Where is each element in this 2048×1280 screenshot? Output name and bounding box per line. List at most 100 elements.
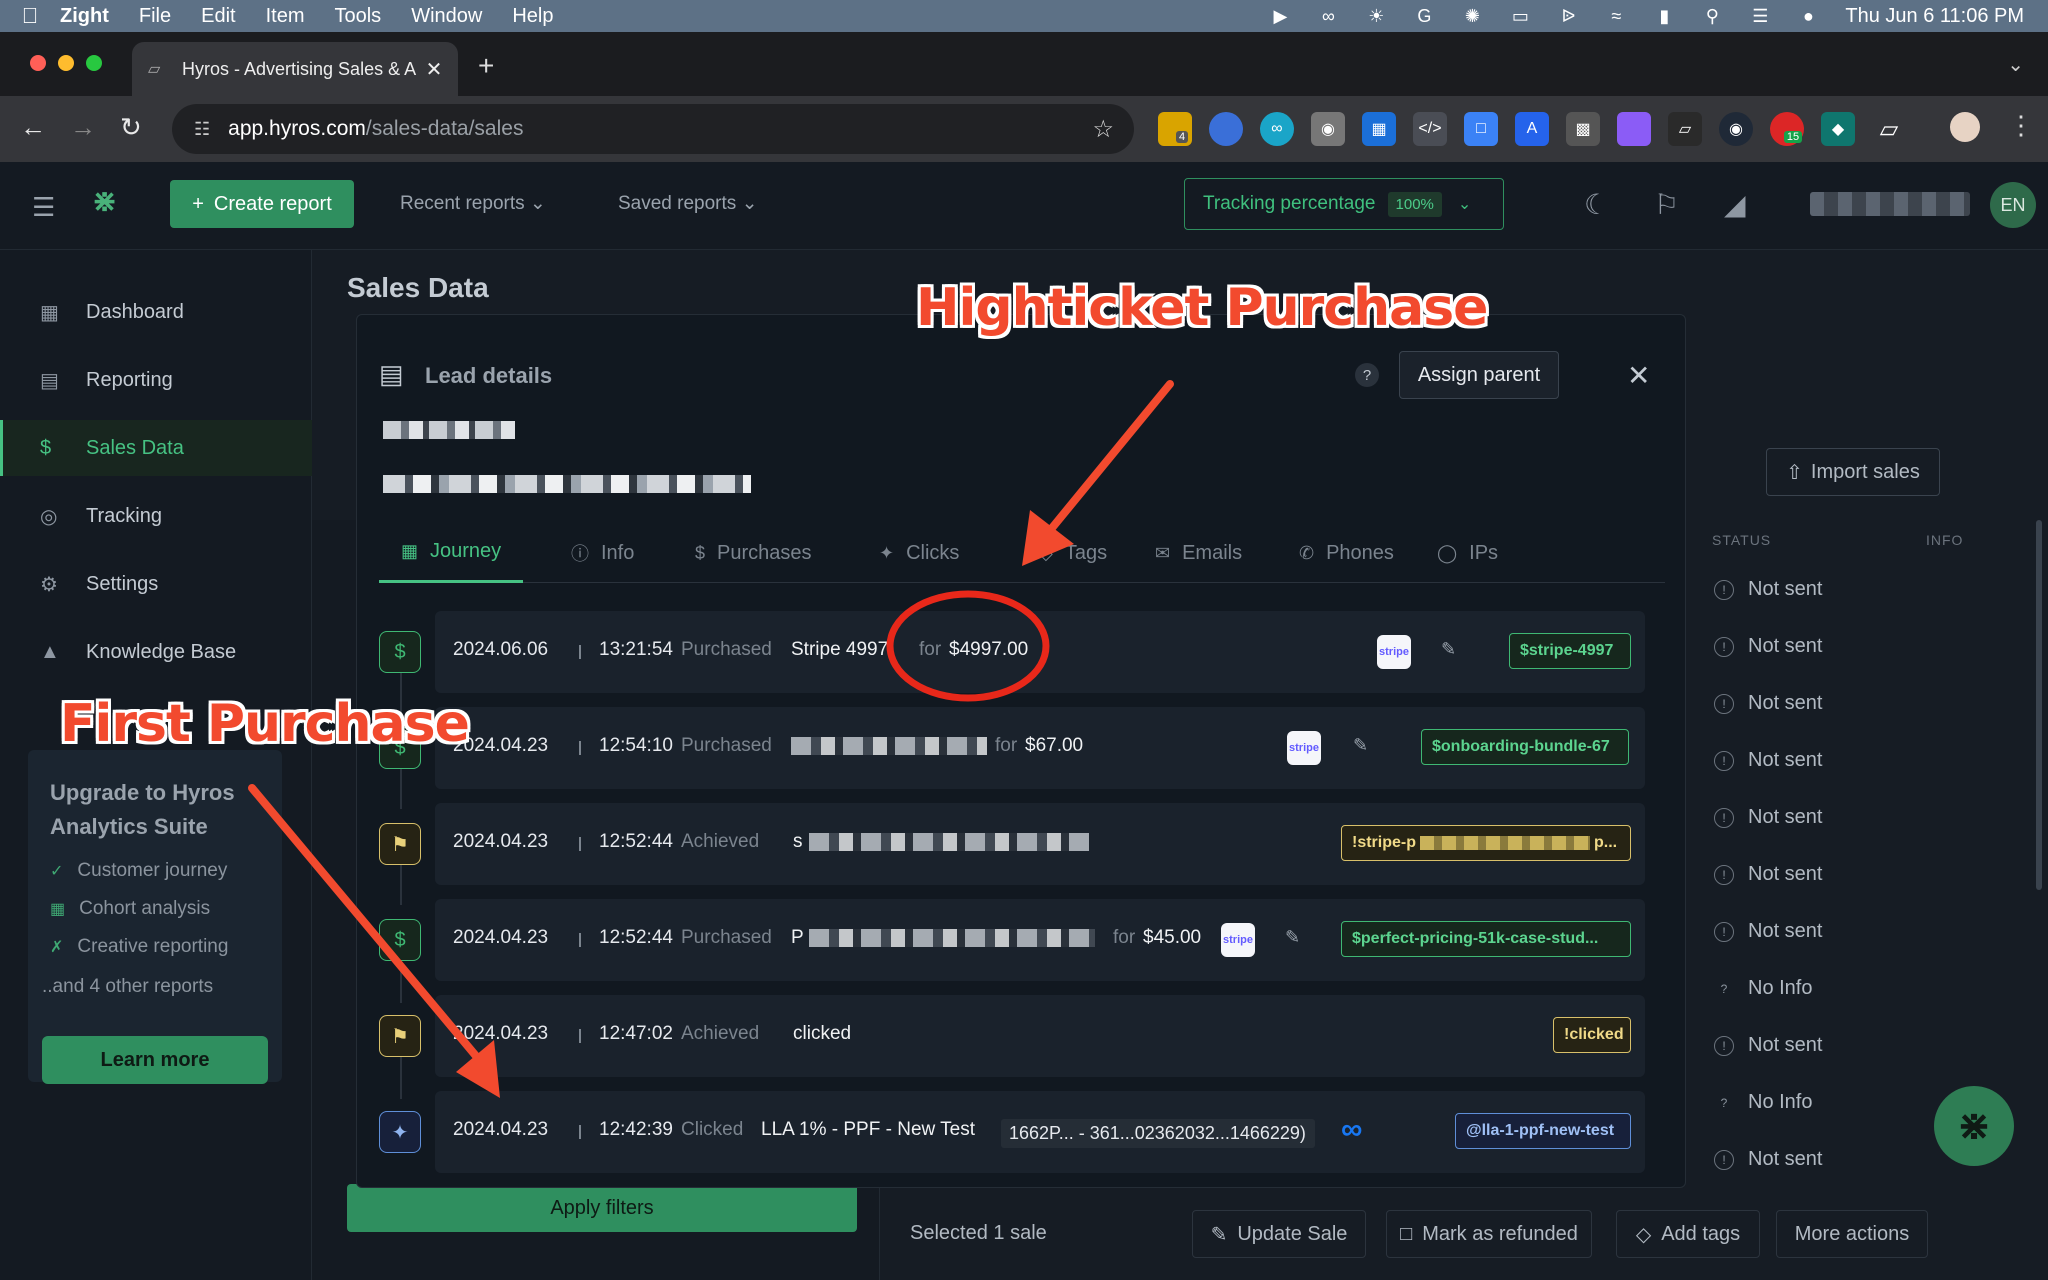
- tab-purchases[interactable]: $ Purchases: [695, 523, 812, 583]
- site-settings-icon[interactable]: ☷: [194, 119, 210, 140]
- journey-tag[interactable]: @lla-1-ppf-new-test: [1455, 1113, 1631, 1149]
- edit-icon[interactable]: ✎: [1353, 735, 1368, 756]
- menu-app-name[interactable]: Zight: [60, 5, 109, 28]
- profile-avatar[interactable]: [1950, 112, 1980, 142]
- menu-item[interactable]: Item: [266, 5, 305, 28]
- menu-edit[interactable]: Edit: [201, 5, 235, 28]
- window-minimize-button[interactable]: [58, 55, 74, 71]
- brightness-icon[interactable]: ☀: [1365, 5, 1387, 27]
- extension-diamond-icon[interactable]: ◆: [1821, 112, 1855, 146]
- siri-icon[interactable]: ●: [1797, 5, 1819, 27]
- window-zoom-button[interactable]: [86, 55, 102, 71]
- sidebar-item-reporting[interactable]: ▤ Reporting: [0, 352, 312, 408]
- menu-file[interactable]: File: [139, 5, 171, 28]
- help-question-icon[interactable]: ?: [1355, 363, 1379, 387]
- grammarly-icon[interactable]: G: [1413, 5, 1435, 27]
- menu-window[interactable]: Window: [411, 5, 482, 28]
- dark-mode-moon-icon[interactable]: ☾: [1584, 188, 1609, 221]
- journey-tag[interactable]: !clicked: [1553, 1017, 1631, 1053]
- menu-help[interactable]: Help: [512, 5, 553, 28]
- journey-row[interactable]: 2024.04.23 12:42:39 Clicked LLA 1% - PPF…: [435, 1091, 1645, 1173]
- journey-tag[interactable]: $perfect-pricing-51k-case-stud...: [1341, 921, 1631, 957]
- recent-reports-dropdown[interactable]: Recent reports ⌄: [400, 192, 546, 215]
- assign-parent-button[interactable]: Assign parent: [1399, 351, 1559, 399]
- announcements-megaphone-icon[interactable]: ◢: [1724, 188, 1746, 221]
- extension-camera-icon[interactable]: ◉: [1311, 112, 1345, 146]
- extension-doc-icon[interactable]: □: [1464, 112, 1498, 146]
- creative-cloud-icon[interactable]: ∞: [1317, 5, 1339, 27]
- browser-menu-icon[interactable]: ⋮: [2008, 110, 2034, 141]
- user-avatar[interactable]: EN: [1990, 182, 2036, 228]
- reload-icon[interactable]: ↻: [120, 112, 142, 143]
- extensions-puzzle-icon[interactable]: ▱: [1872, 112, 1906, 146]
- edit-icon[interactable]: ✎: [1285, 927, 1300, 948]
- sidebar-item-sales-data[interactable]: $ Sales Data: [0, 420, 312, 476]
- column-header-status[interactable]: STATUS: [1712, 532, 1771, 548]
- extension-badge-icon[interactable]: 15: [1770, 112, 1804, 146]
- import-sales-button[interactable]: ⇧ Import sales: [1766, 448, 1940, 496]
- tab-phones[interactable]: ✆ Phones: [1299, 523, 1394, 583]
- address-bar[interactable]: ☷ app.hyros.com/sales-data/sales ☆: [172, 104, 1134, 154]
- hamburger-menu-icon[interactable]: ☰: [32, 192, 55, 223]
- wifi-icon[interactable]: ≈: [1605, 5, 1627, 27]
- mark-as-refunded-button[interactable]: □ Mark as refunded: [1386, 1210, 1592, 1258]
- saved-reports-dropdown[interactable]: Saved reports ⌄: [618, 192, 758, 215]
- sidebar-item-settings[interactable]: ⚙ Settings: [0, 556, 312, 612]
- tab-emails[interactable]: ✉ Emails: [1155, 523, 1242, 583]
- extension-print-icon[interactable]: ▩: [1566, 112, 1600, 146]
- user-name-redacted[interactable]: [1810, 192, 1970, 216]
- battery-icon[interactable]: ▮: [1653, 5, 1675, 27]
- sidebar-item-tracking[interactable]: ◎ Tracking: [0, 488, 312, 544]
- journey-row[interactable]: 2024.06.06 13:21:54 Purchased Stripe 499…: [435, 611, 1645, 693]
- menu-bar-clock[interactable]: Thu Jun 6 11:06 PM: [1845, 5, 2024, 28]
- column-header-info[interactable]: INFO: [1926, 532, 1963, 548]
- journey-tag[interactable]: $onboarding-bundle-67: [1421, 729, 1629, 765]
- tab-close-icon[interactable]: ✕: [422, 57, 446, 82]
- tab-clicks[interactable]: ✦ Clicks: [879, 523, 959, 583]
- window-close-button[interactable]: [30, 55, 46, 71]
- sidebar-item-dashboard[interactable]: ▦ Dashboard: [0, 284, 312, 340]
- notifications-bell-icon[interactable]: ⚐: [1654, 188, 1679, 221]
- apply-filters-button[interactable]: Apply filters: [347, 1184, 857, 1232]
- extension-gradient-icon[interactable]: [1617, 112, 1651, 146]
- update-sale-button[interactable]: ✎ Update Sale: [1192, 1210, 1366, 1258]
- display-icon[interactable]: ▭: [1509, 5, 1531, 27]
- journey-tag[interactable]: !stripe-p p...: [1341, 825, 1631, 861]
- more-actions-button[interactable]: More actions: [1776, 1210, 1928, 1258]
- bluetooth-icon[interactable]: ᐉ: [1557, 5, 1579, 27]
- extension-color-icon[interactable]: ◉: [1719, 112, 1753, 146]
- tab-search-chevron-icon[interactable]: ⌄: [2007, 52, 2024, 77]
- browser-tab-hyros[interactable]: ▱ Hyros - Advertising Sales & A ✕: [132, 42, 458, 96]
- journey-tag[interactable]: $stripe-4997: [1509, 633, 1631, 669]
- extension-globe-icon[interactable]: [1209, 112, 1243, 146]
- apple-icon[interactable]: : [0, 3, 60, 29]
- tab-tags[interactable]: ◇ Tags: [1039, 523, 1107, 583]
- control-center-icon[interactable]: ☰: [1749, 5, 1771, 27]
- hyros-logo-icon[interactable]: ⋇: [92, 184, 132, 224]
- learn-more-button[interactable]: Learn more: [42, 1036, 268, 1084]
- extension-puzzle-icon[interactable]: ▦: [1362, 112, 1396, 146]
- edit-icon[interactable]: ✎: [1441, 639, 1456, 660]
- new-tab-icon[interactable]: +: [478, 50, 494, 82]
- journey-row[interactable]: 2024.04.23 12:52:44 Achieved s !stripe-p…: [435, 803, 1645, 885]
- spotlight-search-icon[interactable]: ⚲: [1701, 5, 1723, 27]
- extension-hyros-icon[interactable]: ▱: [1668, 112, 1702, 146]
- extension-translate-icon[interactable]: A: [1515, 112, 1549, 146]
- create-report-button[interactable]: + Create report: [170, 180, 354, 228]
- journey-row[interactable]: 2024.04.23 12:52:44 Purchased P for $45.…: [435, 899, 1645, 981]
- extension-notes-icon[interactable]: 4: [1158, 112, 1192, 146]
- tab-info[interactable]: ⓘ Info: [571, 523, 634, 583]
- extension-loop-icon[interactable]: ∞: [1260, 112, 1294, 146]
- table-scrollbar[interactable]: [2036, 520, 2042, 890]
- forward-arrow-icon[interactable]: →: [70, 112, 96, 143]
- tracking-percentage-dropdown[interactable]: Tracking percentage 100% ⌄: [1184, 178, 1504, 230]
- sidebar-item-knowledge-base[interactable]: ▲ Knowledge Base: [0, 624, 312, 680]
- hyros-help-fab-icon[interactable]: ⋇: [1934, 1086, 2014, 1166]
- journey-row[interactable]: 2024.04.23 12:47:02 Achieved clicked !cl…: [435, 995, 1645, 1077]
- play-icon[interactable]: ▶: [1269, 5, 1291, 27]
- back-arrow-icon[interactable]: ←: [20, 112, 46, 143]
- menu-tools[interactable]: Tools: [334, 5, 381, 28]
- sparkle-icon[interactable]: ✺: [1461, 5, 1483, 27]
- tab-ips[interactable]: ◯ IPs: [1437, 523, 1498, 583]
- bookmark-star-icon[interactable]: ☆: [1092, 115, 1114, 144]
